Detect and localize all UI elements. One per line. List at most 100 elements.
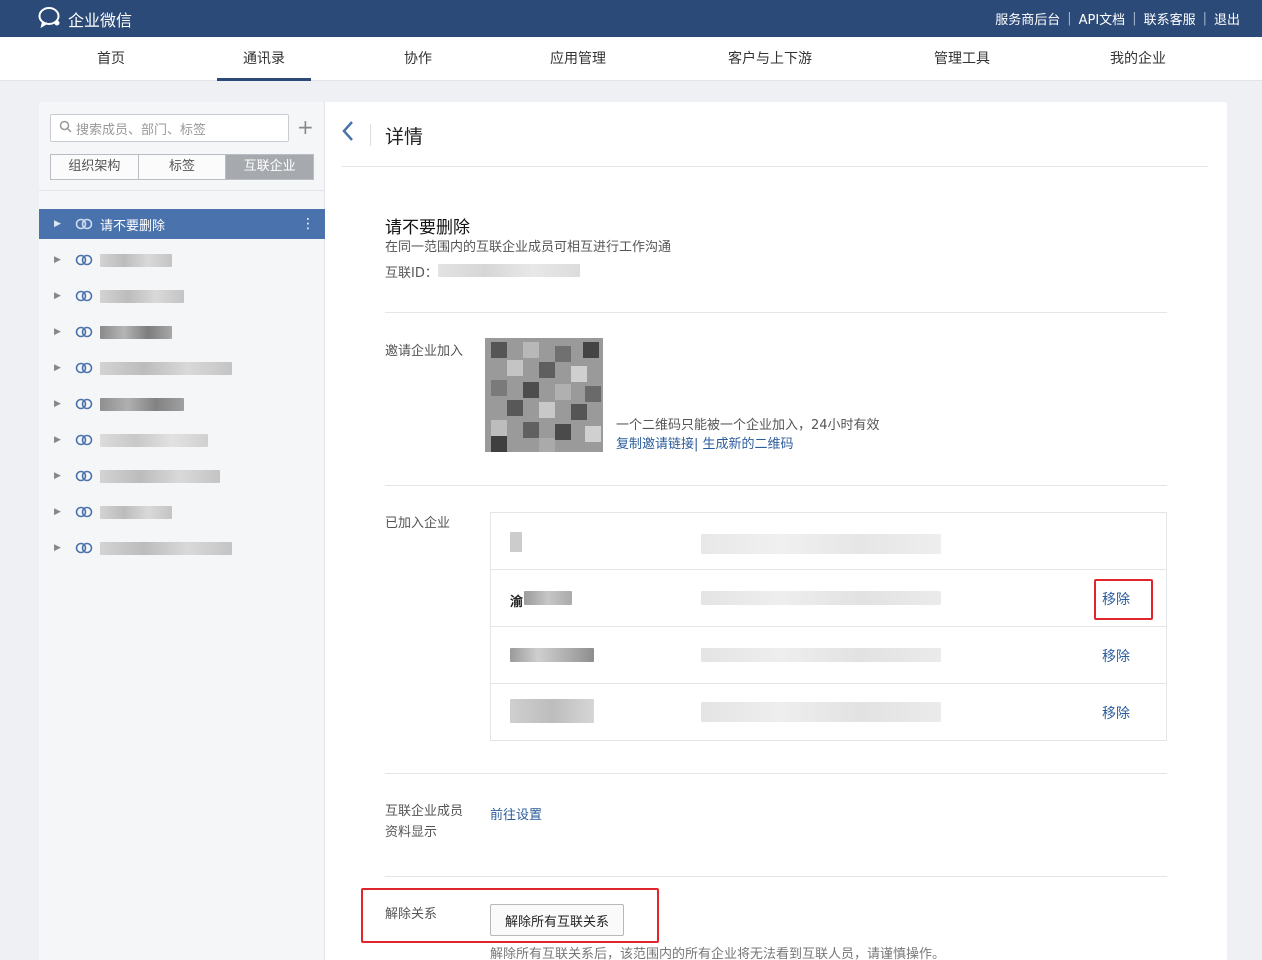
joined-label: 已加入企业	[385, 516, 451, 531]
add-icon[interactable]: +	[297, 116, 314, 138]
link-chain-icon	[75, 397, 93, 415]
divider	[39, 190, 325, 191]
back-chevron-icon[interactable]	[341, 120, 355, 146]
link-chain-icon	[75, 541, 93, 559]
expand-arrow-icon[interactable]: ▶	[54, 363, 61, 373]
tab-linked-companies[interactable]: 互联企业	[226, 155, 314, 179]
redacted-name	[100, 398, 184, 411]
tree-item[interactable]: ▶	[39, 533, 325, 563]
tab-org-structure[interactable]: 组织架构	[51, 155, 139, 179]
unlink-warning: 解除所有互联关系后，该范围内的所有企业将无法看到互联人员，请谨慎操作。	[490, 947, 946, 960]
expand-arrow-icon[interactable]: ▶	[54, 471, 61, 481]
tree-item[interactable]: ▶	[39, 425, 325, 455]
link-chain-icon	[75, 253, 93, 271]
tree-item[interactable]: ▶	[39, 281, 325, 311]
tree-item-label: 请不要删除	[100, 218, 166, 234]
redacted-name	[524, 591, 572, 605]
expand-arrow-icon[interactable]: ▶	[54, 507, 61, 517]
go-to-settings-link[interactable]: 前往设置	[490, 804, 542, 823]
redacted-name	[100, 290, 184, 303]
expand-arrow-icon[interactable]: ▶	[54, 291, 61, 301]
detail-panel: 详情 请不要删除 在同一范围内的互联企业成员可相互进行工作沟通 互联ID： 邀请…	[325, 102, 1227, 960]
link-chain-icon	[75, 433, 93, 451]
redacted-detail	[701, 591, 941, 605]
remove-button[interactable]: 移除	[1102, 703, 1130, 723]
row-company-name: 渝	[510, 595, 524, 610]
top-links: 服务商后台 | API文档 | 联系客服 | 退出	[995, 0, 1240, 37]
expand-arrow-icon[interactable]: ▶	[54, 399, 61, 409]
redacted-detail	[701, 648, 941, 662]
search-placeholder: 搜索成员、部门、标签	[76, 122, 207, 138]
redacted-name	[100, 506, 172, 519]
top-bar: 企业微信 服务商后台 | API文档 | 联系客服 | 退出	[0, 0, 1262, 37]
tab-tags[interactable]: 标签	[138, 155, 227, 179]
redacted-name	[100, 326, 172, 339]
redacted-name	[510, 699, 594, 723]
contact-support-link[interactable]: 联系客服	[1144, 9, 1196, 28]
redacted-name	[100, 434, 208, 447]
tree-item[interactable]: ▶	[39, 317, 325, 347]
tree-item[interactable]: ▶	[39, 461, 325, 491]
link-chain-icon	[75, 505, 93, 523]
api-docs-link[interactable]: API文档	[1079, 9, 1126, 28]
nav-customers[interactable]: 客户与上下游	[702, 37, 838, 81]
redacted-detail	[701, 534, 941, 554]
wecom-logo-icon	[38, 6, 64, 32]
search-input[interactable]: 搜索成员、部门、标签	[50, 114, 289, 142]
corp-description: 在同一范围内的互联企业成员可相互进行工作沟通	[385, 240, 672, 255]
table-row	[491, 513, 1166, 570]
top-link-separator: |	[1132, 11, 1137, 26]
expand-arrow-icon[interactable]: ▶	[54, 255, 61, 265]
qr-note: 一个二维码只能被一个企业加入，24小时有效	[616, 418, 880, 433]
nav-management-tools[interactable]: 管理工具	[908, 37, 1016, 81]
link-chain-icon	[75, 361, 93, 379]
app-title: 企业微信	[68, 11, 133, 30]
link-chain-icon	[75, 289, 93, 307]
search-icon	[59, 120, 72, 137]
divider	[385, 485, 1167, 486]
more-options-icon[interactable]: ⋮	[301, 216, 315, 232]
table-row: 移除	[491, 684, 1166, 741]
member-display-label-line1: 互联企业成员	[385, 804, 464, 819]
divider	[385, 312, 1167, 313]
tree-item[interactable]: ▶	[39, 389, 325, 419]
tree-item[interactable]: ▶	[39, 497, 325, 527]
redacted-corp-id	[438, 264, 580, 277]
logo[interactable]: 企业微信	[38, 7, 132, 31]
logout-link[interactable]: 退出	[1214, 9, 1240, 28]
nav-contacts[interactable]: 通讯录	[217, 37, 311, 81]
nav-home[interactable]: 首页	[71, 37, 151, 81]
expand-arrow-icon[interactable]: ▶	[54, 219, 61, 229]
remove-button[interactable]: 移除	[1102, 646, 1130, 666]
expand-arrow-icon[interactable]: ▶	[54, 543, 61, 553]
divider	[385, 773, 1167, 774]
expand-arrow-icon[interactable]: ▶	[54, 435, 61, 445]
nav-my-company[interactable]: 我的企业	[1084, 37, 1192, 81]
nav-collaboration[interactable]: 协作	[378, 37, 458, 81]
tree-item-selected[interactable]: ▶ 请不要删除 ⋮	[39, 209, 325, 239]
joined-companies-table: 渝 移除 移除 移除	[490, 512, 1167, 741]
redacted-name	[510, 648, 594, 662]
divider	[342, 166, 1208, 167]
generate-new-qr-link[interactable]: 生成新的二维码	[703, 437, 794, 452]
invite-qr-code	[485, 338, 603, 452]
redacted-name	[100, 362, 232, 375]
main-nav: 首页 通讯录 协作 应用管理 客户与上下游 管理工具 我的企业	[0, 37, 1262, 81]
table-row: 移除	[491, 627, 1166, 684]
tree-item[interactable]: ▶	[39, 245, 325, 275]
corp-name: 请不要删除	[385, 218, 470, 238]
top-link-separator: |	[1067, 11, 1072, 26]
highlight-box	[1094, 579, 1153, 620]
redacted-detail	[701, 702, 941, 722]
service-console-link[interactable]: 服务商后台	[995, 9, 1060, 28]
expand-arrow-icon[interactable]: ▶	[54, 327, 61, 337]
copy-invite-link[interactable]: 复制邀请链接	[616, 437, 694, 452]
member-display-label: 互联企业成员 资料显示	[385, 801, 463, 843]
tree-item[interactable]: ▶	[39, 353, 325, 383]
qr-links: 复制邀请链接| 生成新的二维码	[616, 433, 794, 452]
nav-app-management[interactable]: 应用管理	[524, 37, 632, 81]
member-display-label-line2: 资料显示	[385, 825, 438, 840]
divider	[370, 124, 371, 146]
divider	[385, 876, 1167, 877]
corp-id-label: 互联ID：	[385, 266, 438, 281]
